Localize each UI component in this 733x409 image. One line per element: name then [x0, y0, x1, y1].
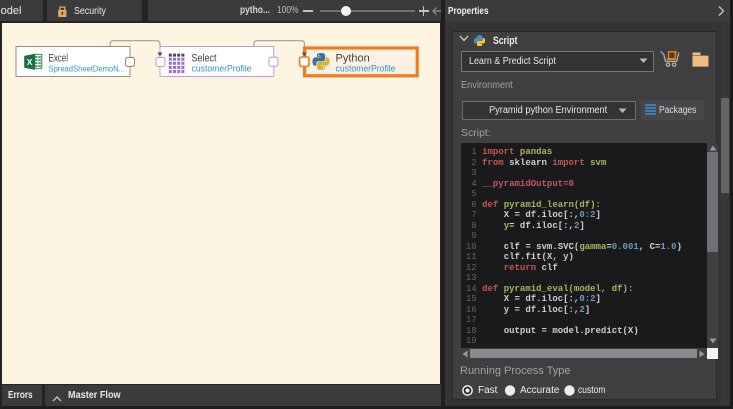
svg-text:X: X [27, 57, 33, 67]
svg-text:SpreadSheetDemoN...: SpreadSheetDemoN... [49, 64, 126, 74]
svg-text:customerProfile: customerProfile [192, 64, 252, 74]
svg-text:customerProfile: customerProfile [336, 64, 396, 74]
